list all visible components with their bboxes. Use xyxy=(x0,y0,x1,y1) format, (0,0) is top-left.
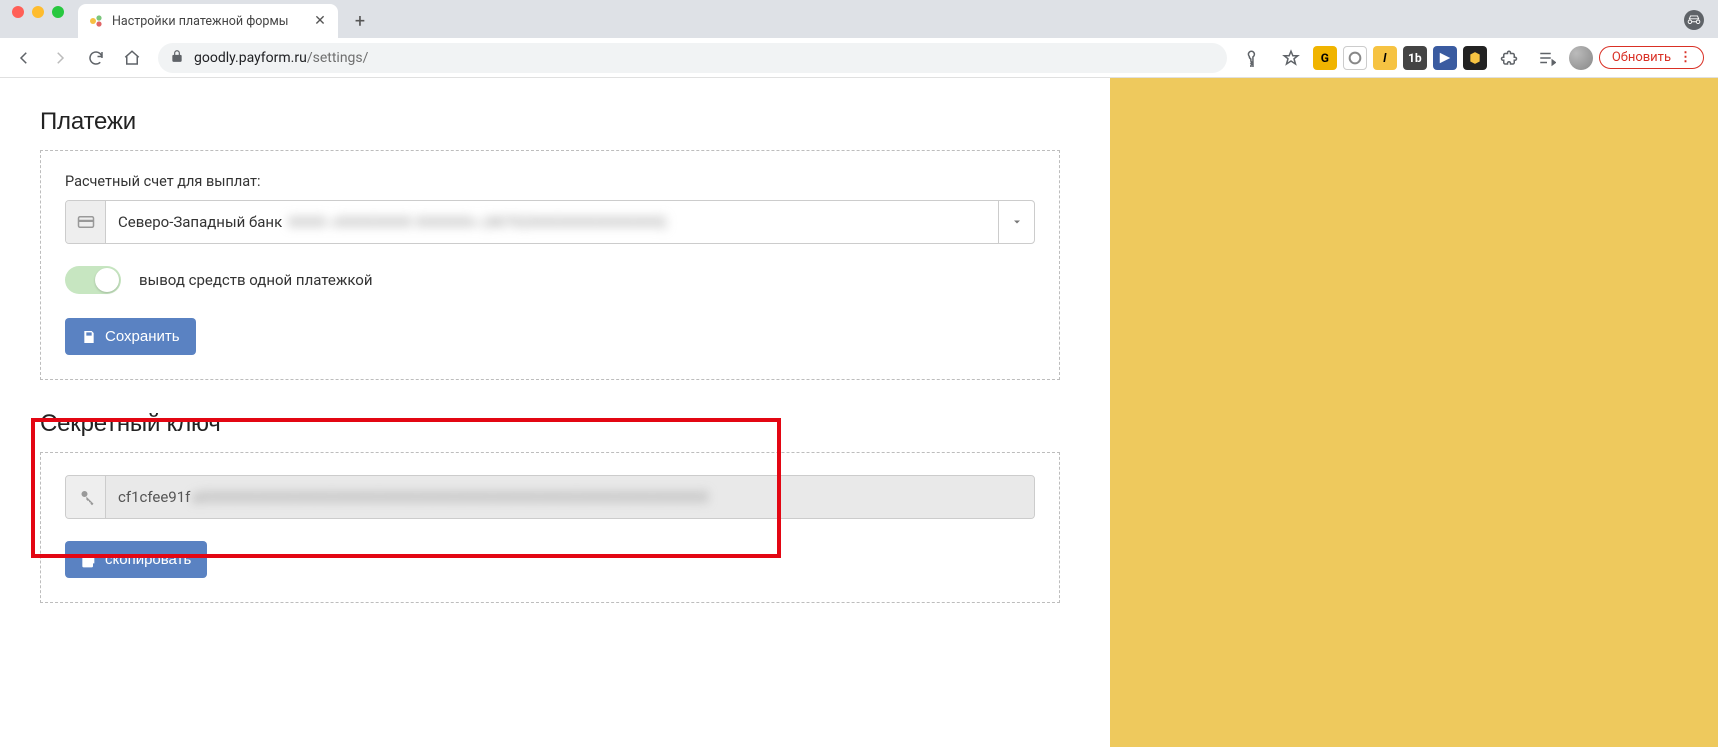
window-controls xyxy=(12,0,78,38)
key-icon xyxy=(66,476,106,518)
copy-button[interactable]: скопировать xyxy=(65,541,207,578)
profile-avatar[interactable] xyxy=(1569,46,1593,70)
browser-toolbar: goodly.payform.ru/settings/ G l 1b Обнов… xyxy=(0,38,1718,78)
nav-back-button[interactable] xyxy=(8,42,40,74)
save-button-label: Сохранить xyxy=(105,328,180,345)
secret-key-value: cf1cfee91f aXXXXXXXXXXXXXXXXXXXXXXXXXXXX… xyxy=(106,476,1034,518)
page-viewport: Платежи Расчетный счет для выплат: Север… xyxy=(0,78,1718,747)
copy-button-label: скопировать xyxy=(105,551,191,568)
browser-tabstrip: Настройки платежной формы ✕ + xyxy=(0,0,1718,38)
secret-key-field[interactable]: cf1cfee91f aXXXXXXXXXXXXXXXXXXXXXXXXXXXX… xyxy=(65,475,1035,519)
account-field-label: Расчетный счет для выплат: xyxy=(65,173,1035,190)
single-payout-toggle-label: вывод средств одной платежкой xyxy=(139,271,373,289)
media-playlist-icon[interactable] xyxy=(1531,42,1563,74)
extension-icon-1b[interactable]: 1b xyxy=(1403,46,1427,70)
toggle-knob xyxy=(95,268,119,292)
extension-icon-g[interactable]: G xyxy=(1313,46,1337,70)
tab-favicon xyxy=(88,13,104,29)
single-payout-toggle[interactable] xyxy=(65,266,121,294)
save-button[interactable]: Сохранить xyxy=(65,318,196,355)
extension-icon-l[interactable]: l xyxy=(1373,46,1397,70)
lock-icon xyxy=(170,49,184,67)
incognito-indicator-icon xyxy=(1684,10,1704,30)
extension-icon-circle[interactable] xyxy=(1343,46,1367,70)
browser-tab-active[interactable]: Настройки платежной формы ✕ xyxy=(78,4,338,38)
browser-update-button[interactable]: Обновить ⋮ xyxy=(1599,46,1704,69)
new-tab-button[interactable]: + xyxy=(346,7,374,35)
window-minimize[interactable] xyxy=(32,6,44,18)
nav-reload-button[interactable] xyxy=(80,42,112,74)
extensions-puzzle-icon[interactable] xyxy=(1493,42,1525,74)
secret-key-panel: cf1cfee91f aXXXXXXXXXXXXXXXXXXXXXXXXXXXX… xyxy=(40,452,1060,603)
update-label: Обновить xyxy=(1612,50,1671,65)
single-payout-toggle-row: вывод средств одной платежкой xyxy=(65,266,1035,294)
account-hidden-text: XXXX «XXXXXXXX XXXXXX» (40702XXXXXXXXXXX… xyxy=(288,213,667,231)
nav-home-button[interactable] xyxy=(116,42,148,74)
nav-forward-button[interactable] xyxy=(44,42,76,74)
secret-key-hidden: aXXXXXXXXXXXXXXXXXXXXXXXXXXXXXXXXXXXXXXX… xyxy=(192,488,708,506)
payments-heading: Платежи xyxy=(40,108,1060,136)
payments-panel: Расчетный счет для выплат: Северо-Западн… xyxy=(40,150,1060,380)
sidebar-yellow-panel xyxy=(1110,78,1718,747)
url-host: goodly.payform.ru xyxy=(194,50,307,66)
chevron-down-icon[interactable] xyxy=(998,201,1034,243)
url-path: /settings/ xyxy=(307,50,369,66)
secret-key-heading: Секретный ключ xyxy=(40,410,1060,438)
secret-key-visible: cf1cfee91f xyxy=(118,488,190,506)
account-select-value: Северо-Западный банк XXXX «XXXXXXXX XXXX… xyxy=(106,201,998,243)
card-icon xyxy=(66,201,106,243)
main-content: Платежи Расчетный счет для выплат: Север… xyxy=(0,78,1100,663)
password-key-icon[interactable] xyxy=(1237,42,1269,74)
tab-close-button[interactable]: ✕ xyxy=(312,13,328,29)
account-visible-text: Северо-Западный банк xyxy=(118,213,282,231)
save-icon xyxy=(81,329,97,345)
tab-title: Настройки платежной формы xyxy=(112,14,304,29)
window-zoom[interactable] xyxy=(52,6,64,18)
extension-icon-box[interactable] xyxy=(1463,46,1487,70)
toolbar-right-icons: G l 1b Обновить ⋮ xyxy=(1237,42,1710,74)
account-select[interactable]: Северо-Западный банк XXXX «XXXXXXXX XXXX… xyxy=(65,200,1035,244)
bookmark-star-icon[interactable] xyxy=(1275,42,1307,74)
extension-icon-flag[interactable] xyxy=(1433,46,1457,70)
address-bar[interactable]: goodly.payform.ru/settings/ xyxy=(158,43,1227,73)
url-text: goodly.payform.ru/settings/ xyxy=(194,50,368,66)
copy-icon xyxy=(81,552,97,568)
window-close[interactable] xyxy=(12,6,24,18)
menu-dots-icon: ⋮ xyxy=(1679,50,1693,65)
